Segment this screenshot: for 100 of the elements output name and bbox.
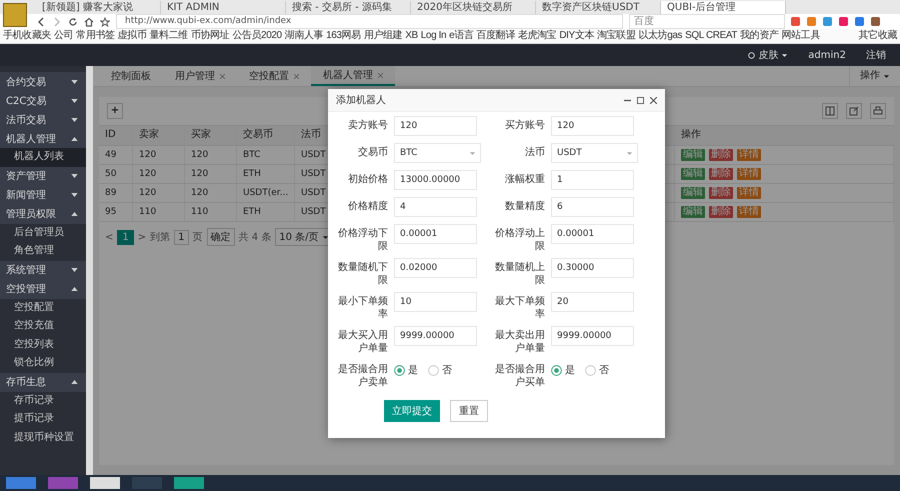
table-cell: 110 bbox=[133, 203, 185, 221]
select-field[interactable]: BTC bbox=[394, 143, 481, 163]
logout-link[interactable]: 注销 bbox=[866, 48, 886, 62]
forward-icon[interactable] bbox=[52, 16, 62, 26]
bookmark[interactable]: 淘宝联盟 bbox=[597, 29, 636, 43]
radio-button[interactable] bbox=[428, 364, 439, 376]
bookmark[interactable]: DIY文本 bbox=[559, 29, 594, 43]
bookmark[interactable]: 湖南人事 bbox=[284, 29, 324, 43]
radio-button[interactable] bbox=[394, 364, 405, 376]
field-label: 价格浮动上限 bbox=[494, 226, 545, 253]
radio-button[interactable] bbox=[551, 364, 562, 376]
bookmark[interactable]: 网站工具 bbox=[782, 29, 820, 43]
radio-label: 否 bbox=[599, 364, 609, 377]
confirm-button[interactable]: 确定 bbox=[206, 228, 235, 246]
columns-icon[interactable] bbox=[822, 103, 838, 119]
input-field[interactable]: 1 bbox=[551, 170, 634, 190]
input-field[interactable]: 0.30000 bbox=[551, 258, 634, 278]
field-label: 是否撮合用户买单 bbox=[494, 363, 545, 389]
radio-label: 是 bbox=[565, 364, 575, 377]
bookmark[interactable]: SQL CREAT bbox=[685, 29, 738, 43]
reset-button[interactable]: 重置 bbox=[450, 400, 488, 422]
sidebar-group[interactable]: 机器人管理 bbox=[0, 129, 86, 148]
bookmark[interactable]: XB bbox=[405, 29, 418, 43]
bookmark[interactable]: 常用书签 bbox=[76, 29, 115, 43]
next-page-button[interactable]: > bbox=[138, 232, 146, 242]
bookmark[interactable]: 163网易 bbox=[326, 29, 361, 43]
field-label: 涨幅权重 bbox=[504, 172, 545, 186]
radio-button[interactable] bbox=[585, 364, 596, 376]
input-field[interactable]: 0.00001 bbox=[551, 224, 634, 244]
bookmark[interactable]: 公告员2020 bbox=[232, 29, 282, 43]
page-tab[interactable]: 用户管理 bbox=[163, 66, 237, 86]
bookmark[interactable]: 我的资产 bbox=[740, 29, 779, 43]
print-icon[interactable] bbox=[870, 103, 886, 119]
star-icon[interactable] bbox=[100, 16, 110, 26]
field-label: 买方账号 bbox=[504, 118, 545, 132]
close-icon[interactable] bbox=[650, 96, 657, 104]
user-menu[interactable]: admin2 bbox=[808, 50, 846, 60]
bookmark[interactable]: 量料二维 bbox=[149, 29, 188, 43]
input-field[interactable]: 10 bbox=[394, 292, 477, 312]
home-icon[interactable] bbox=[84, 16, 94, 26]
bookmark[interactable]: 百度翻译 bbox=[476, 29, 515, 43]
page-unit-label: 页 bbox=[192, 231, 203, 244]
column-header: 卖家 bbox=[133, 126, 185, 145]
dialog-title: 添加机器人 bbox=[336, 94, 386, 107]
bookmark[interactable]: 老虎淘宝 bbox=[518, 29, 556, 43]
back-icon[interactable] bbox=[36, 16, 46, 26]
input-field[interactable]: 9999.00000 bbox=[394, 326, 477, 346]
sidebar-group[interactable]: 新闻管理 bbox=[0, 186, 86, 204]
browser-tab[interactable]: 2020年区块链交易所 bbox=[411, 1, 536, 14]
table-cell: BTC bbox=[237, 146, 295, 164]
sidebar-group[interactable]: 法币交易 bbox=[0, 110, 86, 129]
bookmark[interactable]: 虚拟币 bbox=[118, 29, 146, 43]
input-field[interactable]: 0.00001 bbox=[394, 224, 477, 244]
caret-icon bbox=[626, 150, 633, 156]
input-field[interactable]: 13000.00000 bbox=[394, 170, 477, 190]
reload-icon[interactable] bbox=[68, 16, 78, 26]
caret-icon bbox=[781, 52, 788, 58]
sidebar-group[interactable]: 系统管理 bbox=[0, 260, 86, 280]
select-field[interactable]: USDT bbox=[551, 143, 638, 163]
address-field[interactable]: http://www.qubi-ex.com/admin/index bbox=[116, 14, 623, 29]
input-field[interactable]: 20 bbox=[551, 292, 634, 312]
page-input[interactable]: 1 bbox=[174, 230, 189, 244]
skin-menu[interactable]: 皮肤 bbox=[748, 48, 788, 62]
browser-tab[interactable]: 搜索 - 交易所 - 源码集 bbox=[286, 1, 411, 14]
bookmark[interactable]: 公司 bbox=[54, 29, 74, 43]
sidebar-group[interactable]: 存币生息 bbox=[0, 372, 86, 392]
maximize-icon[interactable] bbox=[637, 96, 644, 104]
page-tab[interactable]: 控制面板 bbox=[99, 66, 163, 86]
sidebar-group[interactable]: 管理员权限 bbox=[0, 204, 86, 224]
bookmark[interactable]: 用户组建 bbox=[364, 29, 402, 43]
submit-button[interactable]: 立即提交 bbox=[384, 400, 440, 422]
page-tab[interactable]: 空投配置 bbox=[237, 66, 311, 86]
bookmark[interactable]: e语言 bbox=[449, 29, 474, 43]
bookmark[interactable]: 手机收藏夹 bbox=[3, 29, 52, 43]
bookmark[interactable]: 以太坊gas bbox=[638, 29, 682, 43]
input-field[interactable]: 0.02000 bbox=[394, 258, 477, 278]
bookmark[interactable]: 币协网址 bbox=[190, 29, 230, 43]
sidebar-group[interactable]: 资产管理 bbox=[0, 166, 86, 186]
sidebar-group[interactable]: C2C交易 bbox=[0, 91, 86, 110]
column-header: 买家 bbox=[185, 126, 237, 145]
input-field[interactable]: 6 bbox=[551, 197, 634, 217]
input-field[interactable]: 9999.00000 bbox=[551, 326, 634, 346]
input-field[interactable]: 4 bbox=[394, 197, 477, 217]
bookmark-folder[interactable]: 其它收藏 bbox=[858, 29, 897, 43]
previous-page-button[interactable]: < bbox=[105, 232, 114, 242]
add-button[interactable]: + bbox=[107, 103, 123, 119]
sidebar-item[interactable]: 机器人列表 bbox=[0, 148, 86, 166]
input-field[interactable]: 120 bbox=[394, 116, 477, 136]
browser-tab[interactable]: QUBI-后台管理 bbox=[661, 1, 786, 14]
operations-button[interactable]: 操作 bbox=[849, 66, 900, 86]
sidebar-group[interactable]: 空投管理 bbox=[0, 280, 86, 298]
search-field[interactable]: 百度 bbox=[629, 14, 785, 29]
export-icon[interactable] bbox=[846, 103, 862, 119]
input-field[interactable]: 120 bbox=[551, 116, 634, 136]
radio-label: 否 bbox=[442, 364, 452, 377]
browser-tab[interactable]: KIT ADMIN bbox=[161, 1, 286, 14]
page-tab[interactable]: 机器人管理 bbox=[311, 66, 395, 86]
bookmark[interactable]: Log In bbox=[420, 29, 446, 43]
field-label: 法币 bbox=[524, 146, 545, 159]
sidebar-group[interactable]: 合约交易 bbox=[0, 72, 86, 91]
